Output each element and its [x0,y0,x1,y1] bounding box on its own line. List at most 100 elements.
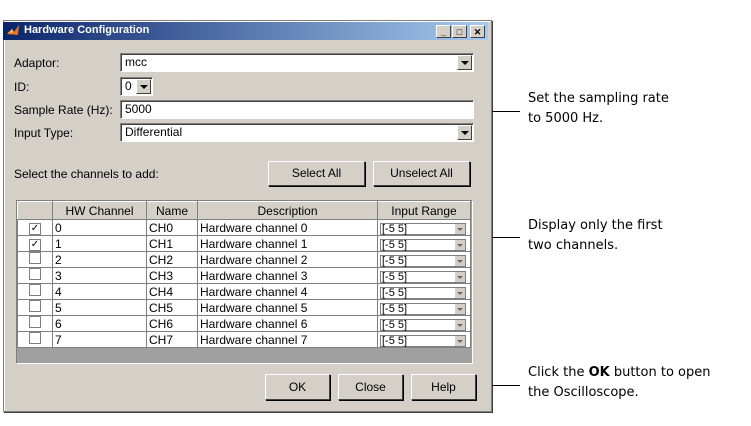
chevron-down-icon[interactable] [455,287,465,298]
chevron-down-icon[interactable] [455,335,465,346]
row-checkbox[interactable] [29,284,41,296]
input-range-value: [-5 5] [382,238,408,251]
row-checkbox-cell[interactable] [17,283,53,300]
table-header-row: HW Channel Name Description Input Range [17,201,471,220]
close-window-button[interactable]: ✕ [470,25,485,38]
unselect-all-button[interactable]: Unselect All [373,161,470,186]
row-checkbox-cell[interactable] [17,315,53,332]
chevron-down-icon[interactable] [457,55,472,70]
annotation-ok-post: button to open [609,365,711,380]
chevron-down-icon[interactable] [136,79,151,94]
sample-rate-input[interactable]: 5000 [120,100,474,119]
row-checkbox-cell[interactable] [17,267,53,284]
annotation-pointer-rate [492,111,520,112]
table-row[interactable]: 6 CH6 Hardware channel 6 [-5 5] [17,315,471,332]
row-input-range-cell[interactable]: [-5 5] [377,235,471,252]
input-range-select[interactable]: [-5 5] [380,254,466,267]
row-input-range-cell[interactable]: [-5 5] [377,267,471,284]
table-row[interactable]: 5 CH5 Hardware channel 5 [-5 5] [17,299,471,316]
close-button[interactable]: Close [338,374,403,400]
maximize-button[interactable]: □ [452,25,467,38]
input-range-select[interactable]: [-5 5] [380,318,466,331]
id-select[interactable]: 0 [120,77,153,96]
table-row[interactable]: 2 CH2 Hardware channel 2 [-5 5] [17,251,471,268]
row-description: Hardware channel 5 [197,299,378,316]
input-range-select[interactable]: [-5 5] [380,270,466,283]
row-name: CH0 [146,219,198,236]
annotation-pointer-ok [492,385,520,386]
row-hw-channel: 4 [52,283,147,300]
chevron-down-icon[interactable] [455,271,465,282]
row-hw-channel: 2 [52,251,147,268]
row-hw-channel: 5 [52,299,147,316]
select-all-button[interactable]: Select All [268,161,365,186]
chevron-down-icon[interactable] [455,255,465,266]
row-input-range-cell[interactable]: [-5 5] [377,283,471,300]
row-description: Hardware channel 1 [197,235,378,252]
row-checkbox[interactable]: ✓ [29,239,41,251]
minimize-button[interactable]: _ [436,25,451,38]
annotation-rate-line2: to 5000 Hz. [528,111,604,126]
row-checkbox[interactable] [29,332,41,344]
row-checkbox-cell[interactable] [17,251,53,268]
row-name: CH1 [146,235,198,252]
table-row[interactable]: 3 CH3 Hardware channel 3 [-5 5] [17,267,471,284]
channel-table: HW Channel Name Description Input Range … [16,200,473,364]
table-header-hw-channel[interactable]: HW Channel [52,201,147,220]
input-range-select[interactable]: [-5 5] [380,334,466,347]
matlab-icon [7,25,19,35]
row-checkbox-cell[interactable] [17,299,53,316]
input-range-select[interactable]: [-5 5] [380,222,466,235]
input-type-select[interactable]: Differential [120,123,474,142]
table-row[interactable]: ✓ 0 CH0 Hardware channel 0 [-5 5] [17,219,471,236]
window-title: Hardware Configuration [24,24,150,36]
row-input-range-cell[interactable]: [-5 5] [377,315,471,332]
row-checkbox[interactable] [29,268,41,280]
row-input-range-cell[interactable]: [-5 5] [377,219,471,236]
input-range-select[interactable]: [-5 5] [380,286,466,299]
row-description: Hardware channel 2 [197,251,378,268]
table-header-input-range[interactable]: Input Range [377,201,471,220]
table-header-name[interactable]: Name [146,201,198,220]
title-bar[interactable]: Hardware Configuration _ □ ✕ [3,22,488,40]
chevron-down-icon[interactable] [455,319,465,330]
row-input-range-cell[interactable]: [-5 5] [377,299,471,316]
help-button[interactable]: Help [411,374,476,400]
annotation-ok-line2: the Oscilloscope. [528,385,639,400]
row-checkbox-cell[interactable] [17,331,53,348]
row-input-range-cell[interactable]: [-5 5] [377,251,471,268]
id-label: ID: [14,80,30,94]
table-row[interactable]: 4 CH4 Hardware channel 4 [-5 5] [17,283,471,300]
adaptor-select[interactable]: mcc [120,53,474,72]
row-hw-channel: 6 [52,315,147,332]
row-name: CH3 [146,267,198,284]
row-checkbox-cell[interactable]: ✓ [17,219,53,236]
chevron-down-icon[interactable] [455,223,465,234]
annotation-rate-line1: Set the sampling rate [528,91,669,106]
row-checkbox-cell[interactable]: ✓ [17,235,53,252]
id-value: 0 [125,79,132,93]
row-checkbox[interactable]: ✓ [29,223,41,235]
chevron-down-icon[interactable] [455,303,465,314]
table-row[interactable]: 7 CH7 Hardware channel 7 [-5 5] [17,331,471,348]
adaptor-value: mcc [125,55,147,69]
annotation-pointer-channels [492,237,520,238]
table-row[interactable]: ✓ 1 CH1 Hardware channel 1 [-5 5] [17,235,471,252]
chevron-down-icon[interactable] [455,239,465,250]
annotation-ok-line1: Click the OK button to open [528,363,710,383]
sample-rate-value: 5000 [125,102,152,116]
row-checkbox[interactable] [29,252,41,264]
row-input-range-cell[interactable]: [-5 5] [377,331,471,348]
input-range-select[interactable]: [-5 5] [380,238,466,251]
row-checkbox[interactable] [29,300,41,312]
input-range-value: [-5 5] [382,334,408,347]
table-header-description[interactable]: Description [197,201,378,220]
sample-rate-label: Sample Rate (Hz): [14,103,113,117]
row-hw-channel: 1 [52,235,147,252]
row-hw-channel: 3 [52,267,147,284]
input-range-select[interactable]: [-5 5] [380,302,466,315]
row-checkbox[interactable] [29,316,41,328]
row-name: CH5 [146,299,198,316]
ok-button[interactable]: OK [265,374,330,400]
chevron-down-icon[interactable] [457,125,472,140]
